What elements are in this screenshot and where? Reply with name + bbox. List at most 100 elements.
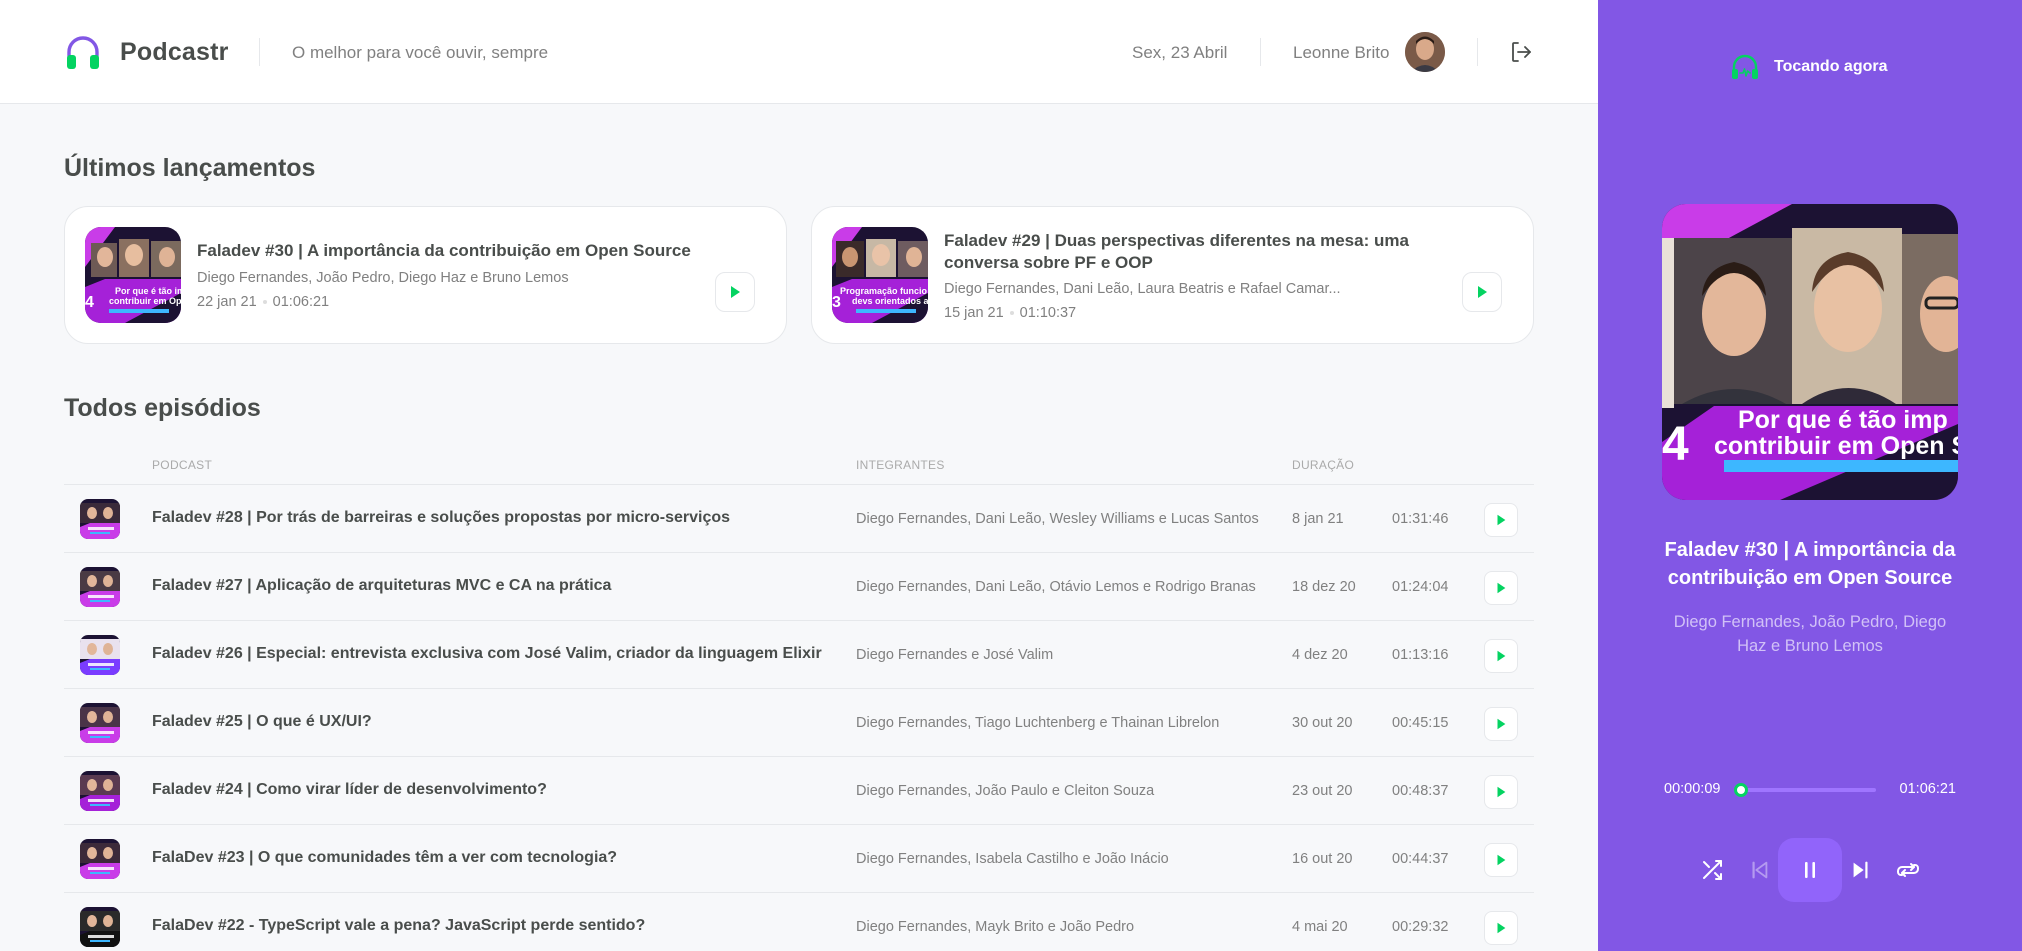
- play-icon: [1497, 582, 1506, 594]
- avatar-photo: [1405, 32, 1445, 72]
- pause-button[interactable]: [1778, 838, 1842, 902]
- episode-members: Diego Fernandes, Isabela Castilho e João…: [856, 851, 1169, 867]
- play-button[interactable]: [1484, 843, 1518, 877]
- table-row[interactable]: Faladev #25 | O que é UX/UI? Diego Fernan…: [64, 689, 1534, 757]
- svg-text:contribuir em Open S: contribuir em Open S: [109, 296, 181, 306]
- episode-title[interactable]: Faladev #24 | Como virar líder de desenv…: [152, 781, 547, 799]
- play-button[interactable]: [1484, 571, 1518, 605]
- table-row[interactable]: Faladev #26 | Especial: entrevista exclu…: [64, 621, 1534, 689]
- header-divider: [1477, 38, 1478, 66]
- episode-duration: 01:10:37: [1019, 305, 1077, 321]
- episode-duration: 01:06:21: [272, 294, 330, 310]
- episode-date: 30 out 20: [1292, 715, 1353, 731]
- now-playing-header: Tocando agora: [1730, 52, 1888, 82]
- table-row[interactable]: Faladev #28 | Por trás de barreiras e so…: [64, 485, 1534, 553]
- episode-duration: 00:44:37: [1392, 851, 1449, 867]
- latest-episode-card[interactable]: Programação funcio devs orientados a o 3…: [811, 206, 1534, 344]
- total-time: 01:06:21: [1899, 781, 1956, 797]
- episode-title[interactable]: Faladev #26 | Especial: entrevista exclu…: [152, 645, 822, 663]
- episode-thumbnail: [80, 635, 120, 675]
- episode-date: 15 jan 21: [944, 305, 1004, 321]
- meta-separator: [262, 300, 267, 305]
- shuffle-icon: [1703, 860, 1722, 880]
- play-button[interactable]: [1462, 272, 1502, 312]
- repeat-icon: [1897, 863, 1919, 877]
- shuffle-button[interactable]: [1694, 852, 1730, 888]
- current-time: 00:00:09: [1664, 781, 1721, 797]
- episode-date: 8 jan 21: [1292, 511, 1344, 527]
- repeat-button[interactable]: [1890, 852, 1926, 888]
- episode-title[interactable]: Faladev #30 | A importância da contribui…: [197, 240, 717, 262]
- episode-duration: 01:31:46: [1392, 511, 1449, 527]
- player-panel: Tocando agora Por que é tão imp contribu…: [1598, 0, 2022, 951]
- episode-title[interactable]: Faladev #29 | Duas perspectivas diferent…: [944, 230, 1484, 274]
- episode-duration: 00:48:37: [1392, 783, 1449, 799]
- logout-button[interactable]: [1505, 36, 1537, 68]
- svg-text:4: 4: [1662, 418, 1689, 471]
- play-icon: [731, 286, 740, 298]
- episode-thumbnail: [80, 907, 120, 947]
- play-button[interactable]: [1484, 639, 1518, 673]
- episode-date: 23 out 20: [1292, 783, 1353, 799]
- episode-date: 4 dez 20: [1292, 647, 1348, 663]
- episode-meta: 15 jan 21 01:10:37: [944, 305, 1076, 321]
- header-divider: [1260, 38, 1261, 66]
- latest-episode-card[interactable]: Por que é tão imp contribuir em Open S 4…: [64, 206, 787, 344]
- play-button[interactable]: [715, 272, 755, 312]
- table-row[interactable]: FalaDev #22 - TypeScript vale a pena? Ja…: [64, 893, 1534, 951]
- column-header-podcast: PODCAST: [152, 458, 213, 472]
- meta-separator: [1009, 311, 1014, 316]
- episode-members: Diego Fernandes, Tiago Luchtenberg e Tha…: [856, 715, 1220, 731]
- episode-meta: 22 jan 21 01:06:21: [197, 294, 329, 310]
- svg-text:4: 4: [85, 294, 94, 311]
- svg-text:3: 3: [832, 294, 841, 311]
- play-button[interactable]: [1484, 707, 1518, 741]
- episode-title[interactable]: FalaDev #23 | O que comunidades têm a ve…: [152, 849, 617, 867]
- episode-thumbnail: [80, 499, 120, 539]
- episode-members: Diego Fernandes, Dani Leão, Wesley Willi…: [856, 511, 1259, 527]
- previous-button[interactable]: [1742, 852, 1778, 888]
- next-button[interactable]: [1842, 852, 1878, 888]
- table-row[interactable]: Faladev #24 | Como virar líder de desenv…: [64, 757, 1534, 825]
- episode-title[interactable]: Faladev #28 | Por trás de barreiras e so…: [152, 509, 730, 527]
- play-button[interactable]: [1484, 911, 1518, 945]
- avatar[interactable]: [1405, 32, 1445, 72]
- episode-duration: 00:45:15: [1392, 715, 1449, 731]
- episode-thumbnail: [80, 771, 120, 811]
- play-button[interactable]: [1484, 503, 1518, 537]
- episode-members: Diego Fernandes, João Paulo e Cleiton So…: [856, 783, 1155, 799]
- column-header-members: INTEGRANTES: [856, 458, 945, 472]
- episode-duration: 01:13:16: [1392, 647, 1449, 663]
- episode-cover: Por que é tão imp contribuir em Open S 4: [1662, 204, 1958, 500]
- table-row[interactable]: FalaDev #23 | O que comunidades têm a ve…: [64, 825, 1534, 893]
- tagline: O melhor para você ouvir, sempre: [292, 43, 549, 62]
- play-button[interactable]: [1484, 775, 1518, 809]
- playing-title: Faladev #30 | A importância da contribui…: [1664, 539, 1956, 589]
- play-icon: [1497, 650, 1506, 662]
- skip-next-icon: [1853, 861, 1868, 879]
- episode-thumbnail: [80, 567, 120, 607]
- episode-title[interactable]: FalaDev #22 - TypeScript vale a pena? Ja…: [152, 917, 645, 935]
- play-icon: [1497, 514, 1506, 526]
- table-row[interactable]: Faladev #27 | Aplicação de arquiteturas …: [64, 553, 1534, 621]
- now-playing-label: Tocando agora: [1774, 58, 1888, 75]
- play-icon: [1478, 286, 1487, 298]
- episode-duration: 00:29:32: [1392, 919, 1449, 935]
- progress-slider[interactable]: [1733, 783, 1876, 797]
- play-icon: [1497, 922, 1506, 934]
- header-divider: [259, 38, 260, 66]
- episode-duration: 01:24:04: [1392, 579, 1449, 595]
- svg-text:Por que é tão imp: Por que é tão imp: [1738, 406, 1948, 434]
- episode-thumbnail: Programação funcio devs orientados a o 3: [832, 227, 928, 323]
- episode-date: 4 mai 20: [1292, 919, 1348, 935]
- playing-members: Diego Fernandes, João Pedro, Diego Haz e…: [1673, 613, 1947, 655]
- episode-title[interactable]: Faladev #25 | O que é UX/UI?: [152, 713, 372, 731]
- episode-date: 22 jan 21: [197, 294, 257, 310]
- skip-previous-icon: [1752, 861, 1768, 879]
- svg-text:Por que é tão imp: Por que é tão imp: [115, 286, 181, 296]
- episode-date: 16 out 20: [1292, 851, 1353, 867]
- progress-handle[interactable]: [1733, 783, 1748, 797]
- episode-title[interactable]: Faladev #27 | Aplicação de arquiteturas …: [152, 577, 611, 595]
- latest-section-title: Últimos lançamentos: [64, 154, 316, 182]
- episode-thumbnail: Por que é tão imp contribuir em Open S 4: [85, 227, 181, 323]
